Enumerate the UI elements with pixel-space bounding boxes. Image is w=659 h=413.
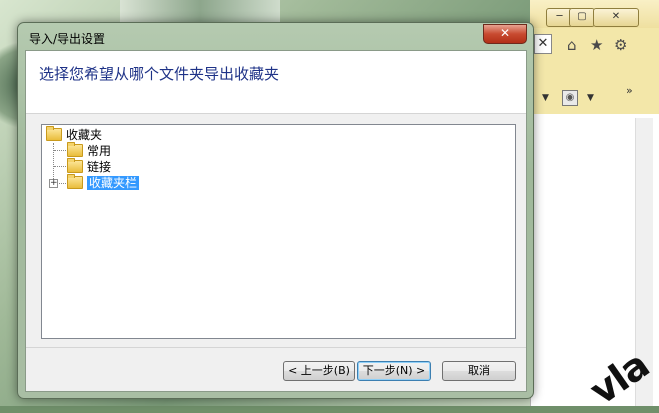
back-button[interactable]: < 上一步(B): [283, 361, 355, 381]
divider: [26, 347, 526, 348]
cancel-button[interactable]: 取消: [442, 361, 516, 381]
tree-item-root[interactable]: 收藏夹: [46, 126, 102, 142]
tree-item-common[interactable]: 常用: [67, 142, 111, 158]
dialog-title: 导入/导出设置: [29, 32, 106, 46]
folder-icon: [67, 158, 83, 173]
tree-item-favorites-bar[interactable]: 收藏夹栏: [67, 174, 140, 190]
folder-icon: [67, 142, 83, 157]
dialog-close-button[interactable]: ✕: [483, 24, 527, 44]
tree-connector: [54, 166, 68, 167]
dropdown-arrow-icon[interactable]: ▼: [542, 93, 549, 103]
dialog-body: 选择您希望从哪个文件夹导出收藏夹 收藏夹 常用 链接 + 收藏夹栏 < 上一步(…: [25, 50, 527, 392]
expand-plus-icon[interactable]: +: [49, 179, 58, 188]
star-icon[interactable]: ★: [590, 36, 603, 54]
rss-icon[interactable]: ◉: [562, 90, 578, 106]
gear-icon[interactable]: ⚙: [614, 36, 627, 54]
tree-item-label: 常用: [87, 144, 112, 158]
folder-tree: 收藏夹 常用 链接 + 收藏夹栏: [41, 124, 516, 339]
dropdown-arrow-icon[interactable]: ▼: [587, 93, 594, 103]
tree-item-label: 收藏夹: [66, 128, 103, 142]
import-export-dialog: 导入/导出设置 ✕ 选择您希望从哪个文件夹导出收藏夹 收藏夹 常用 链接 + 收…: [17, 22, 534, 399]
close-window-button[interactable]: ✕: [593, 8, 639, 27]
browser-toolbar: ✕ ⌂ ★ ⚙: [530, 30, 659, 64]
browser-titlebar: ─ ▢ ✕: [530, 0, 659, 28]
folder-open-icon: [46, 126, 62, 141]
dialog-instruction: 选择您希望从哪个文件夹导出收藏夹: [39, 65, 280, 83]
tree-item-label: 收藏夹栏: [87, 176, 140, 190]
tree-item-label: 链接: [87, 160, 112, 174]
command-bar: ▼ ◉ ▼ »: [530, 84, 659, 114]
tree-item-links[interactable]: 链接: [67, 158, 111, 174]
maximize-button[interactable]: ▢: [569, 8, 595, 27]
tree-connector: [54, 150, 68, 151]
folder-icon: [67, 174, 83, 189]
next-button[interactable]: 下一步(N) >: [357, 361, 431, 381]
home-icon[interactable]: ⌂: [567, 36, 577, 54]
chevron-icon[interactable]: »: [626, 84, 633, 97]
stop-icon[interactable]: ✕: [534, 34, 552, 54]
dialog-header: 选择您希望从哪个文件夹导出收藏夹: [26, 51, 526, 114]
